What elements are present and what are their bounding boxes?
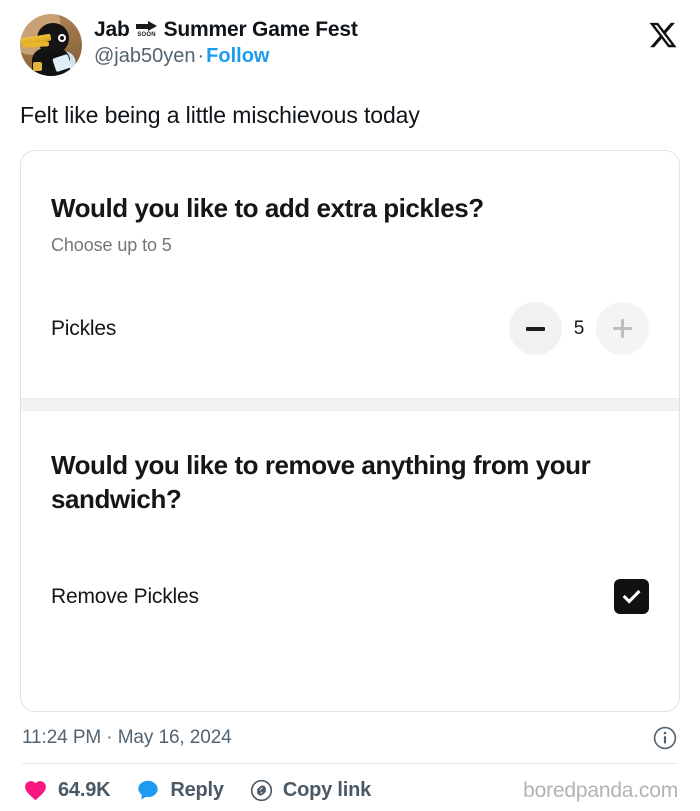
identity-block: Jab SOON Summer Game Fest @jab50yen · Foll… xyxy=(94,14,358,69)
plus-icon xyxy=(613,319,632,338)
tweet-header: Jab SOON Summer Game Fest @jab50yen · Foll… xyxy=(20,14,680,80)
option-row-pickles: Pickles 5 xyxy=(51,302,649,355)
like-count: 64.9K xyxy=(58,779,111,801)
card-section-remove-items: Would you like to remove anything from y… xyxy=(21,411,679,614)
option-row-remove-pickles: Remove Pickles xyxy=(51,579,649,614)
account-handle[interactable]: @jab50yen xyxy=(94,45,195,67)
handle-row: @jab50yen · Follow xyxy=(94,44,358,69)
card-section-extra-pickles: Would you like to add extra pickles? Cho… xyxy=(21,151,679,355)
section-subtitle-choose-limit: Choose up to 5 xyxy=(51,235,172,255)
soon-arrow-head xyxy=(148,20,158,31)
remove-pickles-checkbox[interactable] xyxy=(614,579,649,614)
minus-icon xyxy=(526,326,545,331)
info-icon[interactable] xyxy=(652,725,678,751)
copy-link-action[interactable]: Copy link xyxy=(249,778,371,803)
quantity-stepper: 5 xyxy=(509,302,649,355)
follow-button[interactable]: Follow xyxy=(206,45,269,67)
display-name-prefix: Jab xyxy=(94,18,130,41)
display-name[interactable]: Jab SOON Summer Game Fest xyxy=(94,17,358,43)
option-label-remove-pickles: Remove Pickles xyxy=(51,584,199,608)
like-action[interactable]: 64.9K xyxy=(22,778,111,803)
order-options-card: Would you like to add extra pickles? Cho… xyxy=(20,150,680,712)
heart-icon xyxy=(22,778,49,803)
link-icon xyxy=(249,778,274,803)
soon-arrow-emoji: SOON xyxy=(134,19,160,41)
soon-arrow-caption: SOON xyxy=(137,31,156,38)
option-label-pickles: Pickles xyxy=(51,316,117,340)
post-timestamp: 11:24 PM · May 16, 2024 xyxy=(22,727,232,748)
meta-row: 11:24 PM · May 16, 2024 xyxy=(20,712,680,751)
avatar[interactable] xyxy=(20,14,82,76)
avatar-art-eye xyxy=(58,34,66,42)
decrement-button[interactable] xyxy=(509,302,562,355)
soon-arrow-glyph xyxy=(136,20,158,31)
section-title-extra-pickles: Would you like to add extra pickles? xyxy=(51,193,484,223)
avatar-art-accent-secondary xyxy=(33,62,42,71)
handle-separator: · xyxy=(197,45,205,67)
reply-icon xyxy=(135,778,161,803)
section-title-remove-items: Would you like to remove anything from y… xyxy=(51,450,591,514)
copy-link-label: Copy link xyxy=(282,779,372,801)
reply-action[interactable]: Reply xyxy=(135,778,224,803)
x-logo[interactable] xyxy=(648,20,678,50)
reply-label: Reply xyxy=(170,779,224,801)
tweet-text: Felt like being a little mischievous tod… xyxy=(20,102,420,128)
stepper-value: 5 xyxy=(573,317,585,339)
site-watermark: boredpanda.com xyxy=(523,778,678,802)
tweet-container: Jab SOON Summer Game Fest @jab50yen · Foll… xyxy=(0,0,700,811)
engagement-actions-row: 64.9K Reply Copy link boredpanda.com xyxy=(20,764,680,803)
increment-button[interactable] xyxy=(596,302,649,355)
display-name-suffix: Summer Game Fest xyxy=(163,18,358,41)
card-section-divider xyxy=(21,398,679,411)
